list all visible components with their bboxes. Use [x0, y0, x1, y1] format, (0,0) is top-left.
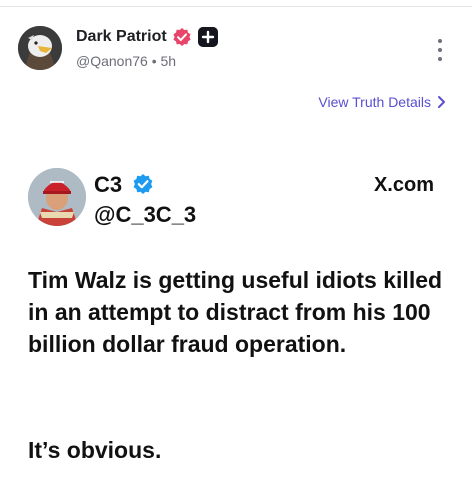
embedded-post-text: Tim Walz is getting useful idiots killed… — [28, 267, 443, 357]
view-truth-details-label: View Truth Details — [318, 94, 431, 110]
more-vertical-icon-dot — [438, 57, 442, 61]
verified-check-icon — [173, 28, 191, 46]
more-vertical-icon-dot — [438, 48, 442, 52]
post-header: Dark Patriot @Qanon76 • 5h — [0, 22, 472, 78]
view-truth-details-link[interactable]: View Truth Details — [318, 94, 446, 110]
author-handle-and-time: @Qanon76 • 5h — [76, 53, 177, 69]
plus-badge-icon — [198, 27, 218, 47]
author-avatar[interactable] — [18, 26, 62, 70]
embedded-author-avatar — [28, 168, 86, 226]
embedded-source-label: X.com — [373, 174, 434, 196]
embedded-author-name: C3 — [94, 172, 123, 197]
embedded-post-image[interactable]: C3 @C_3C_3 X.com Tim Walz is getting use… — [0, 160, 472, 500]
user-avatar-icon — [28, 168, 86, 226]
embedded-author-handle: @C_3C_3 — [94, 202, 197, 227]
author-name[interactable]: Dark Patriot — [76, 28, 167, 46]
embedded-post-text-second: It’s obvious. — [28, 437, 162, 463]
eagle-avatar-icon — [18, 26, 62, 70]
top-divider — [0, 6, 472, 7]
more-vertical-icon-dot — [438, 39, 442, 43]
blue-verified-icon — [133, 174, 153, 194]
more-options-button[interactable] — [432, 36, 448, 64]
chevron-right-icon — [438, 96, 445, 108]
